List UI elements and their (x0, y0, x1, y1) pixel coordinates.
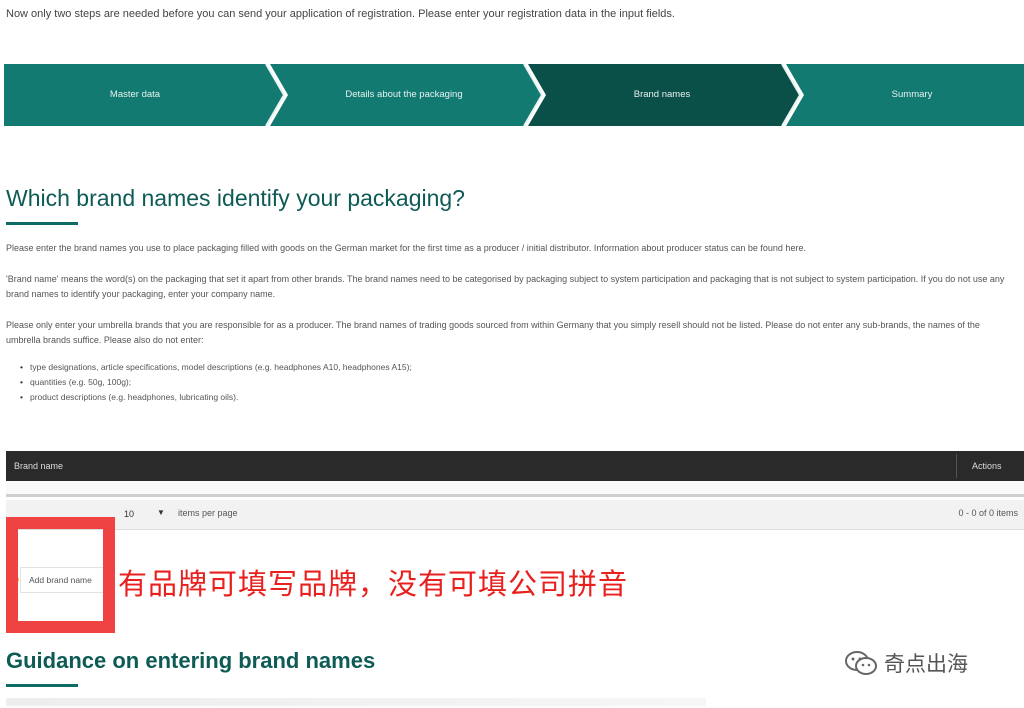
list-item: type designations, article specification… (20, 360, 412, 375)
heading-underline (6, 222, 78, 225)
list-item: product descriptions (e.g. headphones, l… (20, 390, 412, 405)
intro-text: Now only two steps are needed before you… (6, 8, 675, 20)
item-count: 0 - 0 of 0 items (958, 508, 1018, 518)
step-summary[interactable]: Summary (800, 64, 1024, 126)
exclusion-list: type designations, article specification… (20, 360, 412, 405)
column-actions: Actions (972, 461, 1002, 471)
column-divider (956, 454, 957, 478)
step-packaging-details[interactable]: Details about the packaging (284, 64, 524, 126)
watermark-text: 奇点出海 (884, 653, 968, 676)
items-per-page-label: items per page (178, 508, 238, 518)
annotation-text: 有品牌可填写品牌，没有可填公司拼音 (118, 569, 629, 601)
cut-off-text (6, 698, 706, 706)
paragraph-brand-intro: Please enter the brand names you use to … (6, 243, 806, 253)
annotation-highlight-box (6, 517, 115, 633)
paragraph-umbrella-brands: Please only enter your umbrella brands t… (6, 320, 980, 345)
table-pager: 10 ▼ items per page 0 - 0 of 0 items (6, 500, 1024, 530)
guidance-heading: Guidance on entering brand names (6, 648, 376, 673)
caret-down-icon: ▼ (157, 508, 165, 517)
brand-table-header: Brand name Actions (6, 451, 1024, 481)
page-size-select[interactable]: 10 ▼ (116, 507, 168, 523)
list-item: quantities (e.g. 50g, 100g); (20, 375, 412, 390)
step-master-data[interactable]: Master data (4, 64, 266, 126)
page-heading: Which brand names identify your packagin… (6, 185, 465, 211)
step-brand-names[interactable]: Brand names (542, 64, 782, 126)
column-brand-name[interactable]: Brand name (14, 451, 63, 481)
wechat-icon (845, 651, 877, 675)
brand-table-body (6, 481, 1024, 497)
guidance-underline (6, 684, 78, 687)
page-size-value: 10 (124, 509, 135, 519)
paragraph-brand-definition: 'Brand name' means the word(s) on the pa… (6, 274, 1005, 299)
watermark: 奇点出海 (844, 648, 968, 678)
progress-steps: Master data Details about the packaging … (4, 64, 1024, 126)
